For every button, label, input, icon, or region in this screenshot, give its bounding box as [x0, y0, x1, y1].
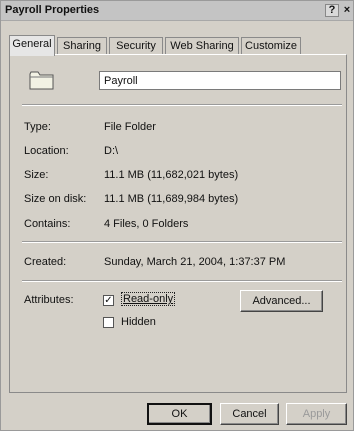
hidden-checkbox[interactable]	[103, 317, 114, 328]
advanced-button[interactable]: Advanced...	[240, 290, 323, 312]
tab-strip: General Sharing Security Web Sharing Cus…	[9, 35, 349, 56]
location-label: Location:	[24, 145, 69, 157]
attributes-label: Attributes:	[24, 294, 74, 306]
window-title: Payroll Properties	[5, 4, 100, 16]
size-label: Size:	[24, 169, 49, 181]
type-value: File Folder	[104, 121, 156, 133]
readonly-checkbox[interactable]: ✓	[103, 295, 114, 306]
cancel-button[interactable]: Cancel	[220, 403, 279, 425]
folder-name-input[interactable]	[99, 71, 341, 90]
tab-sharing[interactable]: Sharing	[57, 37, 107, 55]
contains-label: Contains:	[24, 218, 71, 230]
hidden-label[interactable]: Hidden	[121, 316, 156, 328]
tab-general[interactable]: General	[9, 35, 55, 56]
created-label: Created:	[24, 256, 67, 268]
tab-web-sharing[interactable]: Web Sharing	[165, 37, 239, 55]
close-button[interactable]: ×	[340, 4, 354, 17]
properties-dialog: Payroll Properties ? × General Sharing S…	[0, 0, 354, 431]
size-on-disk-value: 11.1 MB (11,689,984 bytes)	[104, 193, 239, 205]
size-on-disk-label: Size on disk:	[24, 193, 87, 205]
tab-security[interactable]: Security	[109, 37, 163, 55]
created-value: Sunday, March 21, 2004, 1:37:37 PM	[104, 256, 286, 268]
folder-icon	[29, 71, 54, 90]
title-bar[interactable]: Payroll Properties ? ×	[1, 1, 353, 21]
location-value: D:\	[104, 145, 119, 157]
separator	[22, 280, 342, 282]
size-value: 11.1 MB (11,682,021 bytes)	[104, 169, 239, 181]
ok-button[interactable]: OK	[147, 403, 212, 425]
contains-value: 4 Files, 0 Folders	[104, 218, 189, 230]
separator	[22, 104, 342, 106]
separator	[22, 241, 342, 243]
type-label: Type:	[24, 121, 51, 133]
apply-button[interactable]: Apply	[286, 403, 347, 425]
readonly-label[interactable]: Read-only	[121, 292, 176, 306]
help-button[interactable]: ?	[325, 4, 339, 17]
tab-customize[interactable]: Customize	[241, 37, 301, 55]
